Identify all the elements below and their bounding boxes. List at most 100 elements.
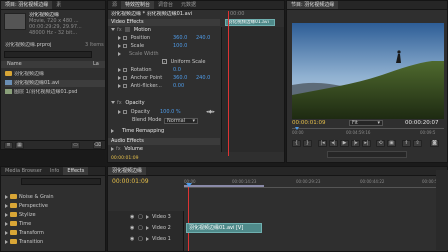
- time-remapping-row[interactable]: Time Remapping: [111, 128, 284, 135]
- tab-source-monitor[interactable]: 源: [108, 1, 121, 9]
- blend-mode-select[interactable]: Normal ▾: [164, 118, 198, 124]
- blend-mode-value: Normal: [167, 118, 186, 124]
- scale-value[interactable]: 100.0: [173, 43, 187, 50]
- folder-icon: [5, 71, 12, 76]
- project-item-folder[interactable]: 羽化视频边缘: [5, 71, 105, 78]
- stopwatch-icon[interactable]: [123, 75, 127, 80]
- effects-item[interactable]: Time: [5, 221, 105, 228]
- loop-button[interactable]: ⟲: [376, 140, 385, 147]
- ruler-label: 00:09:5: [420, 130, 436, 135]
- track-video-1: ◉ ▢ Video 1: [108, 235, 447, 244]
- stopwatch-icon[interactable]: [123, 67, 127, 72]
- position-y-value[interactable]: 240.0: [196, 35, 210, 42]
- tab-effect-controls[interactable]: 特效控制台: [121, 1, 155, 9]
- opacity-row: Opacity 100.0 % ◂◆▸: [118, 109, 284, 116]
- project-item-clip[interactable]: 羽化视频边缘01.avi: [5, 80, 105, 87]
- export-frame-button[interactable]: ◙: [430, 140, 439, 147]
- chevron-down-icon: ▾: [377, 120, 380, 126]
- project-search-input[interactable]: [4, 51, 92, 58]
- uniform-scale-checkbox[interactable]: ✓: [162, 59, 167, 64]
- column-label[interactable]: La: [93, 61, 99, 68]
- play-button[interactable]: ▶: [340, 140, 349, 147]
- program-playhead-marker[interactable]: [295, 127, 299, 130]
- position-x-value[interactable]: 360.0: [173, 35, 187, 42]
- work-area-bar[interactable]: [184, 185, 264, 187]
- fit-select[interactable]: Fit ▾: [349, 120, 383, 126]
- ec-clip-chip-label: 羽化视频边缘01.avi: [228, 20, 269, 25]
- expand-icon: [5, 212, 8, 217]
- project-column-header: Name La: [1, 61, 105, 68]
- eye-icon[interactable]: ◉: [130, 235, 134, 244]
- anchor-x-value[interactable]: 360.0: [173, 75, 187, 82]
- expand-icon[interactable]: [146, 226, 149, 230]
- ec-footer-timecode[interactable]: 00:00:01:09: [111, 155, 284, 162]
- eye-icon[interactable]: ◉: [130, 224, 134, 233]
- column-name[interactable]: Name: [7, 61, 22, 68]
- expand-icon[interactable]: [146, 237, 149, 241]
- jog-shuttle[interactable]: [327, 151, 407, 158]
- expand-icon: [118, 35, 121, 40]
- tab-project[interactable]: 项目: 羽化视频边缘: [1, 1, 53, 9]
- effects-item[interactable]: Stylize: [5, 212, 105, 219]
- motion-toggle-icon[interactable]: [125, 27, 131, 32]
- anchor-y-value[interactable]: 240.0: [196, 75, 210, 82]
- program-ruler[interactable]: 00:00 00:04:59:16 00:09:5: [292, 127, 444, 136]
- effects-item[interactable]: Transform: [5, 230, 105, 237]
- rotation-value[interactable]: 0.0: [173, 67, 181, 74]
- extract-button[interactable]: ⇧: [413, 140, 422, 147]
- lift-button[interactable]: ⇑: [402, 140, 411, 147]
- antiflicker-value[interactable]: 0.00: [173, 83, 184, 90]
- new-bin-button[interactable]: ▭: [71, 142, 80, 149]
- effects-search-input[interactable]: [21, 178, 101, 185]
- tab-source[interactable]: 素: [52, 1, 65, 9]
- lock-icon[interactable]: ▢: [138, 213, 143, 222]
- set-in-button[interactable]: {: [292, 140, 301, 147]
- opacity-section-row[interactable]: fx Opacity: [111, 100, 284, 107]
- stopwatch-icon[interactable]: [123, 35, 127, 40]
- effects-item-label: Time: [19, 221, 32, 227]
- ec-timecode-head: 00:00: [230, 11, 245, 17]
- icon-view-button[interactable]: ▦: [15, 142, 24, 149]
- tab-program[interactable]: 节目: 羽化视频边缘: [287, 1, 339, 9]
- blend-mode-row: Blend Mode Normal ▾: [132, 117, 284, 124]
- ec-clip-chip[interactable]: 羽化视频边缘01.avi: [225, 19, 275, 26]
- effects-item[interactable]: Transition: [5, 239, 105, 246]
- lock-icon[interactable]: ▢: [138, 235, 143, 244]
- stopwatch-icon[interactable]: [123, 83, 127, 88]
- tab-audio-mixer[interactable]: 调音台: [154, 1, 177, 9]
- tab-media-browser[interactable]: Media Browser: [1, 167, 46, 175]
- safe-margins-button[interactable]: ▣: [387, 140, 396, 147]
- track-name: Video 2: [152, 225, 171, 231]
- volume-row[interactable]: fx Volume: [111, 146, 284, 153]
- step-forward-button[interactable]: |▸: [351, 140, 360, 147]
- keyframe-nav-icon[interactable]: ◂◆▸: [206, 109, 215, 116]
- program-monitor-panel: 节目: 羽化视频边缘 00:00:01:09 Fit ▾ 00:00:20:07…: [286, 0, 448, 163]
- timeline-clip[interactable]: 羽化视频边缘01.avi [V]: [186, 223, 262, 233]
- tab-sequence[interactable]: 羽化视频边缘: [108, 167, 147, 175]
- effects-item[interactable]: Perspective: [5, 203, 105, 210]
- tools-strip: [436, 170, 448, 250]
- lock-icon[interactable]: ▢: [138, 224, 143, 233]
- stopwatch-icon[interactable]: [123, 109, 127, 114]
- step-back-button[interactable]: ◂|: [329, 140, 338, 147]
- tab-info[interactable]: Info: [46, 167, 63, 175]
- set-out-button[interactable]: }: [303, 140, 312, 147]
- stopwatch-icon[interactable]: [123, 43, 127, 48]
- go-to-in-button[interactable]: |◂: [318, 140, 327, 147]
- effects-item[interactable]: Noise & Grain: [5, 194, 105, 201]
- project-item-image[interactable]: 图层 1/羽化视频边缘01.psd: [5, 89, 105, 96]
- expand-icon: [118, 67, 121, 72]
- effects-item-label: Noise & Grain: [19, 194, 54, 200]
- eye-icon[interactable]: ◉: [130, 213, 134, 222]
- go-to-out-button[interactable]: ▸|: [362, 140, 371, 147]
- motion-row[interactable]: fx Motion: [111, 27, 284, 34]
- timeline-ruler[interactable]: 00:00 00:00:14:23 00:00:29:23 00:00:44:2…: [184, 178, 446, 188]
- tab-effects[interactable]: Effects: [63, 167, 89, 175]
- tab-metadata[interactable]: 元数据: [177, 1, 200, 9]
- timeline-playhead-marker[interactable]: [186, 183, 192, 187]
- opacity-value[interactable]: 100.0 %: [160, 109, 181, 116]
- list-view-button[interactable]: ≡: [4, 142, 13, 149]
- clip-thumbnail: [4, 13, 26, 30]
- delete-button[interactable]: ⌫: [93, 142, 102, 149]
- expand-icon[interactable]: [146, 215, 149, 219]
